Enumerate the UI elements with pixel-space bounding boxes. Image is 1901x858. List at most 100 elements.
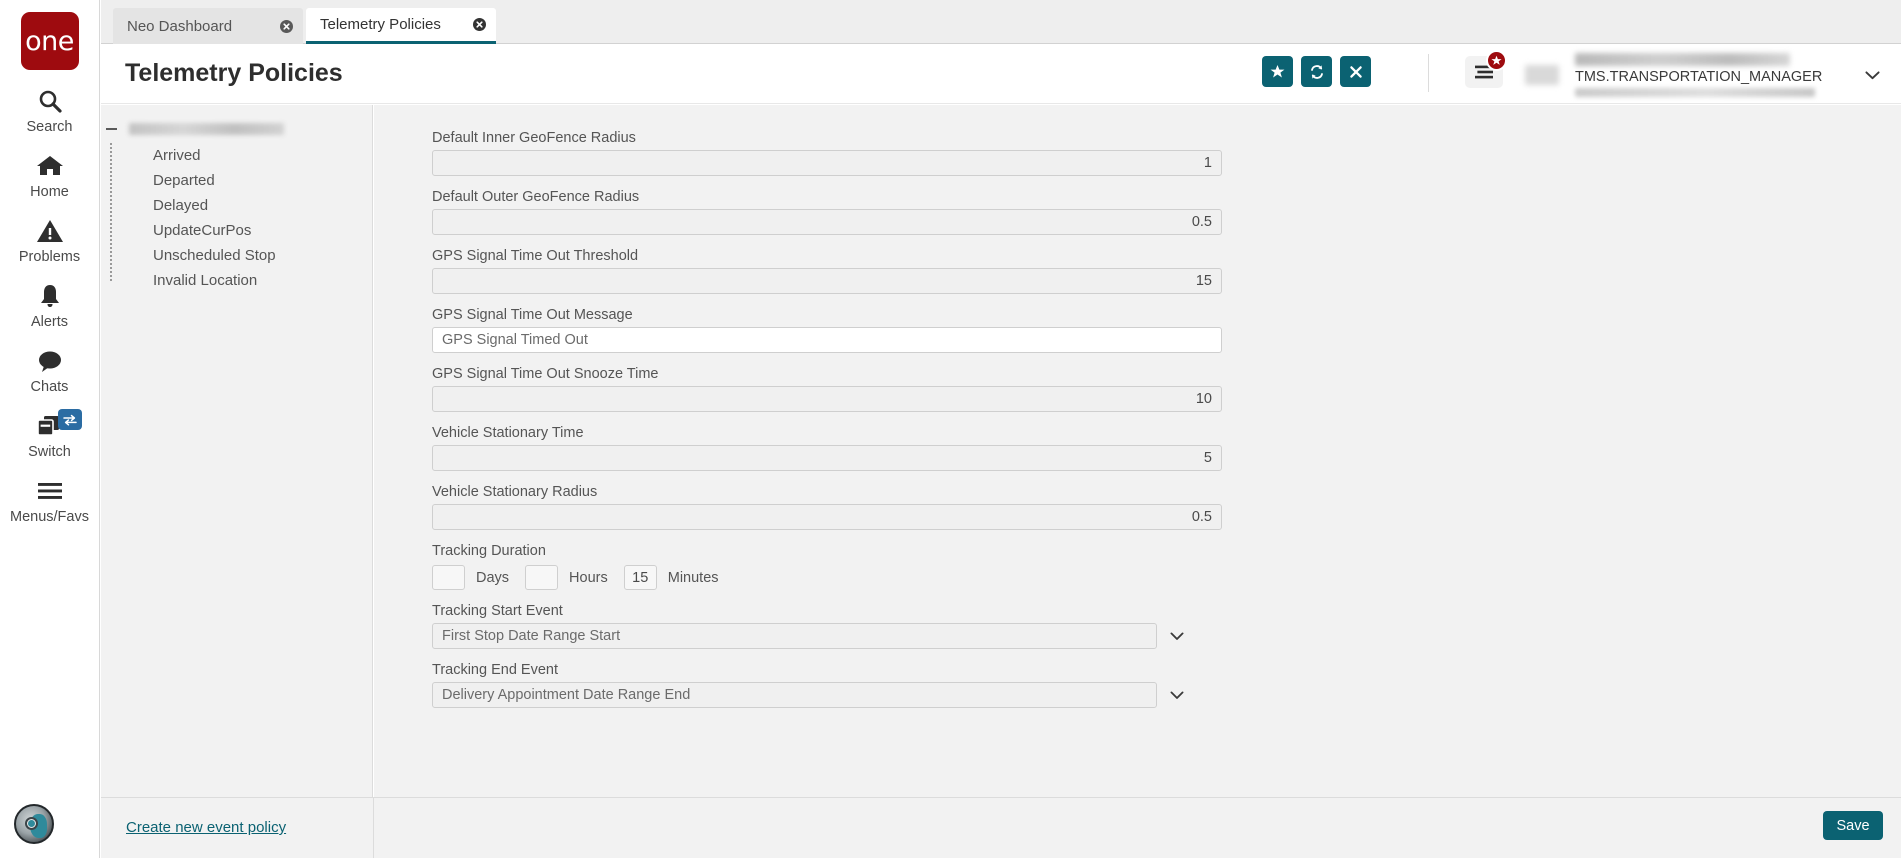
field-label: Tracking Start Event bbox=[432, 590, 1222, 619]
vehicle-stationary-radius-input[interactable] bbox=[432, 504, 1222, 530]
default-inner-geofence-radius-input[interactable] bbox=[432, 150, 1222, 176]
field-label: GPS Signal Time Out Snooze Time bbox=[432, 353, 1222, 382]
rail-label-search: Search bbox=[27, 119, 73, 135]
close-button[interactable] bbox=[1340, 56, 1371, 87]
page-card: Telemetry Policies TMS.TRANSPORTATION_MA… bbox=[101, 44, 1901, 858]
save-button[interactable]: Save bbox=[1823, 811, 1883, 840]
tree-guide-line bbox=[110, 143, 112, 281]
field-gps-signal-time-out-message: GPS Signal Time Out Message bbox=[432, 294, 1222, 353]
chat-bubble-icon bbox=[36, 346, 64, 376]
tab-strip: Neo Dashboard Telemetry Policies bbox=[101, 0, 1901, 44]
search-icon bbox=[37, 86, 63, 116]
chevron-down-icon[interactable] bbox=[1157, 691, 1197, 700]
rail-label-menus-favs: Menus/Favs bbox=[10, 509, 89, 525]
swap-arrows-icon[interactable] bbox=[58, 409, 82, 430]
rail-item-menus-favs[interactable]: Menus/Favs bbox=[0, 476, 100, 525]
tracking-end-event-row: Delivery Appointment Date Range End bbox=[432, 682, 1222, 708]
tab-label: Neo Dashboard bbox=[127, 18, 266, 35]
field-tracking-start-event: Tracking Start Event First Stop Date Ran… bbox=[432, 590, 1222, 649]
tree-children: Arrived Departed Delayed UpdateCurPos Un… bbox=[101, 143, 372, 293]
tree-root-node[interactable] bbox=[101, 117, 372, 141]
home-icon bbox=[36, 151, 64, 181]
tracking-duration-hours-input[interactable] bbox=[525, 565, 558, 590]
ai-assistant-avatar[interactable] bbox=[14, 804, 54, 844]
user-display-name-redacted bbox=[1575, 53, 1790, 66]
tree-root-label-redacted bbox=[129, 123, 284, 135]
event-policy-tree: Arrived Departed Delayed UpdateCurPos Un… bbox=[101, 105, 373, 797]
tracking-end-event-select[interactable]: Delivery Appointment Date Range End bbox=[432, 682, 1157, 708]
hamburger-icon bbox=[36, 476, 64, 506]
rail-item-switch[interactable]: Switch bbox=[0, 411, 100, 460]
tree-node-updatecurpos[interactable]: UpdateCurPos bbox=[101, 218, 372, 243]
field-gps-signal-time-out-snooze-time: GPS Signal Time Out Snooze Time bbox=[432, 353, 1222, 412]
user-text-block: TMS.TRANSPORTATION_MANAGER bbox=[1575, 53, 1855, 97]
chevron-down-icon[interactable] bbox=[1157, 632, 1197, 641]
tree-node-arrived[interactable]: Arrived bbox=[101, 143, 372, 168]
field-label: Vehicle Stationary Time bbox=[432, 412, 1222, 441]
close-circle-icon[interactable] bbox=[473, 18, 486, 31]
rail-item-search[interactable]: Search bbox=[0, 86, 100, 135]
tree-node-delayed[interactable]: Delayed bbox=[101, 193, 372, 218]
gps-signal-time-out-snooze-time-input[interactable] bbox=[432, 386, 1222, 412]
rail-item-alerts[interactable]: Alerts bbox=[0, 281, 100, 330]
field-label: GPS Signal Time Out Threshold bbox=[432, 235, 1222, 264]
user-profile-menu[interactable]: TMS.TRANSPORTATION_MANAGER bbox=[1519, 54, 1889, 96]
field-gps-signal-time-out-threshold: GPS Signal Time Out Threshold bbox=[432, 235, 1222, 294]
default-outer-geofence-radius-input[interactable] bbox=[432, 209, 1222, 235]
chevron-down-icon[interactable] bbox=[1855, 71, 1889, 80]
warning-triangle-icon bbox=[36, 216, 64, 246]
duration-unit-minutes: Minutes bbox=[668, 570, 719, 586]
tab-label: Telemetry Policies bbox=[320, 16, 459, 33]
page-footer: Create new event policy Save bbox=[101, 797, 1901, 858]
gps-signal-time-out-message-input[interactable] bbox=[432, 327, 1222, 353]
create-new-event-policy-link[interactable]: Create new event policy bbox=[126, 819, 286, 836]
gps-signal-time-out-threshold-input[interactable] bbox=[432, 268, 1222, 294]
rail-label-problems: Problems bbox=[19, 249, 80, 265]
rail-label-switch: Switch bbox=[28, 444, 71, 460]
field-label: Default Inner GeoFence Radius bbox=[432, 117, 1222, 146]
field-vehicle-stationary-time: Vehicle Stationary Time bbox=[432, 412, 1222, 471]
favorite-button[interactable] bbox=[1262, 56, 1293, 87]
page-title: Telemetry Policies bbox=[125, 59, 343, 88]
tracking-start-event-select[interactable]: First Stop Date Range Start bbox=[432, 623, 1157, 649]
field-tracking-end-event: Tracking End Event Delivery Appointment … bbox=[432, 649, 1222, 708]
field-label: Tracking End Event bbox=[432, 649, 1222, 678]
field-tracking-duration: Tracking Duration Days Hours Minutes bbox=[432, 530, 1222, 590]
refresh-button[interactable] bbox=[1301, 56, 1332, 87]
rail-label-alerts: Alerts bbox=[31, 314, 68, 330]
field-default-outer-geofence-radius: Default Outer GeoFence Radius bbox=[432, 176, 1222, 235]
rail-label-home: Home bbox=[30, 184, 69, 200]
x-icon bbox=[1349, 65, 1363, 79]
tracking-duration-row: Days Hours Minutes bbox=[432, 565, 1222, 590]
page-header: Telemetry Policies TMS.TRANSPORTATION_MA… bbox=[101, 44, 1901, 104]
header-action-group bbox=[1262, 56, 1371, 87]
field-label: Tracking Duration bbox=[432, 530, 1222, 559]
star-badge-icon bbox=[1486, 50, 1507, 71]
tab-neo-dashboard[interactable]: Neo Dashboard bbox=[113, 8, 303, 44]
close-circle-icon[interactable] bbox=[280, 20, 293, 33]
star-icon bbox=[1270, 64, 1285, 79]
tab-telemetry-policies[interactable]: Telemetry Policies bbox=[306, 8, 496, 44]
footer-divider bbox=[373, 798, 374, 858]
header-divider bbox=[1428, 54, 1429, 92]
tracking-duration-minutes-input[interactable] bbox=[624, 565, 657, 590]
tracking-duration-days-input[interactable] bbox=[432, 565, 465, 590]
tree-node-departed[interactable]: Departed bbox=[101, 168, 372, 193]
minus-icon[interactable] bbox=[105, 123, 118, 136]
user-org-redacted bbox=[1575, 88, 1815, 97]
rail-item-chats[interactable]: Chats bbox=[0, 346, 100, 395]
avatar-lens-center bbox=[28, 820, 35, 827]
rail-item-problems[interactable]: Problems bbox=[0, 216, 100, 265]
duration-unit-days: Days bbox=[476, 570, 509, 586]
rail-item-home[interactable]: Home bbox=[0, 151, 100, 200]
field-default-inner-geofence-radius: Default Inner GeoFence Radius bbox=[432, 117, 1222, 176]
field-label: Vehicle Stationary Radius bbox=[432, 471, 1222, 500]
telemetry-policy-form: Default Inner GeoFence Radius Default Ou… bbox=[374, 105, 1901, 797]
user-avatar bbox=[1525, 65, 1559, 85]
tree-node-unscheduled-stop[interactable]: Unscheduled Stop bbox=[101, 243, 372, 268]
vehicle-stationary-time-input[interactable] bbox=[432, 445, 1222, 471]
bell-icon bbox=[37, 281, 63, 311]
tracking-start-event-row: First Stop Date Range Start bbox=[432, 623, 1222, 649]
tree-node-invalid-location[interactable]: Invalid Location bbox=[101, 268, 372, 293]
brand-logo[interactable]: one bbox=[21, 12, 79, 70]
